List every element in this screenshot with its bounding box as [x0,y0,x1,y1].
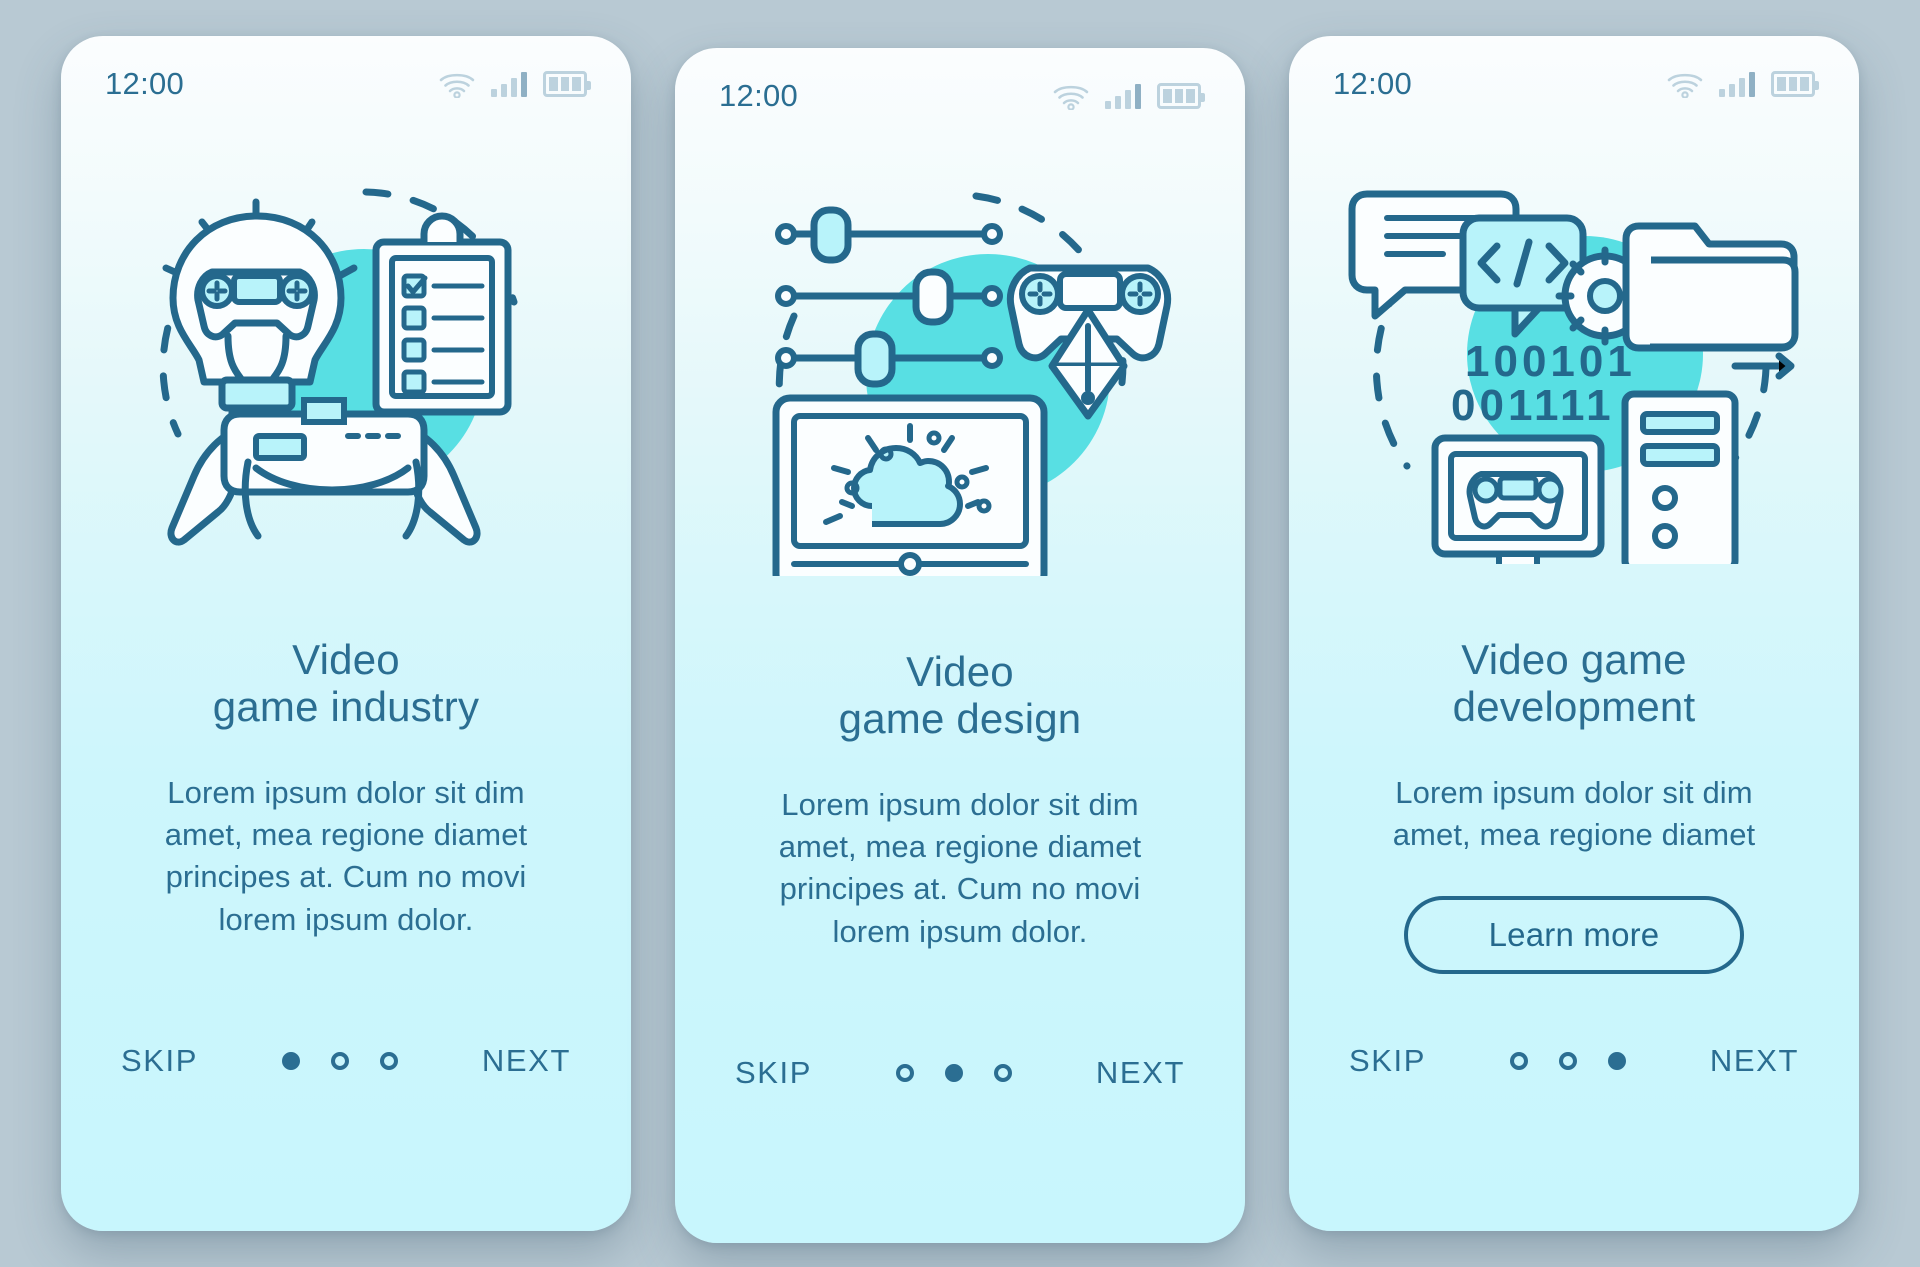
status-icons [1053,83,1205,110]
video-game-development-illustration: 100101 001111 [1289,154,1859,574]
onboarding-screens-stage: 12:00 Video game industry Lorem ipsum do… [0,0,1920,1267]
battery-icon [1157,83,1205,109]
onboarding-screen-2: 12:00 Video game design Lorem ipsum dolo… [675,48,1245,1243]
screen-2-content: Video game design Lorem ipsum dolor sit … [675,648,1245,953]
video-game-industry-illustration [61,154,631,574]
page-description: Lorem ipsum dolor sit dim amet, mea regi… [164,775,528,937]
next-button[interactable]: NEXT [478,1037,575,1085]
pagination-dot-1[interactable] [895,1064,914,1082]
pagination-dot-3[interactable] [993,1064,1012,1082]
pagination-dot-2[interactable] [330,1052,349,1070]
wifi-icon [1667,73,1702,98]
next-button[interactable]: NEXT [1092,1049,1189,1097]
next-button[interactable]: NEXT [1706,1037,1803,1085]
status-time: 12:00 [105,66,185,101]
status-icons [1667,71,1819,98]
screen-2-footer-nav: SKIP NEXT [675,1049,1245,1097]
screen-3-footer-nav: SKIP NEXT [1289,1037,1859,1085]
pagination-dot-1[interactable] [1509,1052,1528,1070]
wifi-icon [1053,85,1088,110]
learn-more-button-wrap: Learn more [1329,896,1819,975]
battery-icon [1771,71,1819,97]
signal-bars-icon [490,71,527,97]
onboarding-screen-1: 12:00 Video game industry Lorem ipsum do… [61,36,631,1231]
binary-line-1: 100101 [1465,337,1636,386]
pagination-dot-1[interactable] [281,1052,300,1070]
skip-button[interactable]: SKIP [731,1049,816,1097]
screen-3-content: Video game development Lorem ipsum dolor… [1289,636,1859,975]
page-title: Video game design [838,648,1082,743]
status-bar: 12:00 [675,48,1245,144]
skip-button[interactable]: SKIP [1345,1037,1430,1085]
page-description: Lorem ipsum dolor sit dim amet, mea regi… [778,787,1142,949]
screen-1-content: Video game industry Lorem ipsum dolor si… [61,636,631,941]
pagination-dots [895,1064,1012,1082]
status-icons [439,71,591,98]
video-game-design-illustration [675,166,1245,586]
pagination-dot-3[interactable] [1607,1052,1626,1070]
wifi-icon [439,73,474,98]
signal-bars-icon [1104,83,1141,109]
page-title: Video game development [1452,636,1696,731]
binary-line-2: 001111 [1451,381,1615,430]
screen-1-footer-nav: SKIP NEXT [61,1037,631,1085]
onboarding-screen-3: 12:00 100101 001111 Video game developme… [1289,36,1859,1231]
status-bar: 12:00 [61,36,631,132]
page-title: Video game industry [212,636,480,731]
status-bar: 12:00 [1289,36,1859,132]
pagination-dot-2[interactable] [1558,1052,1577,1070]
battery-icon [543,71,591,97]
learn-more-button[interactable]: Learn more [1404,896,1744,975]
status-time: 12:00 [719,78,799,113]
signal-bars-icon [1718,71,1755,97]
pagination-dots [1509,1052,1626,1070]
status-time: 12:00 [1333,66,1413,101]
page-description: Lorem ipsum dolor sit dim amet, mea regi… [1392,775,1756,853]
pagination-dot-3[interactable] [379,1052,398,1070]
pagination-dots [281,1052,398,1070]
pagination-dot-2[interactable] [944,1064,963,1082]
skip-button[interactable]: SKIP [117,1037,202,1085]
